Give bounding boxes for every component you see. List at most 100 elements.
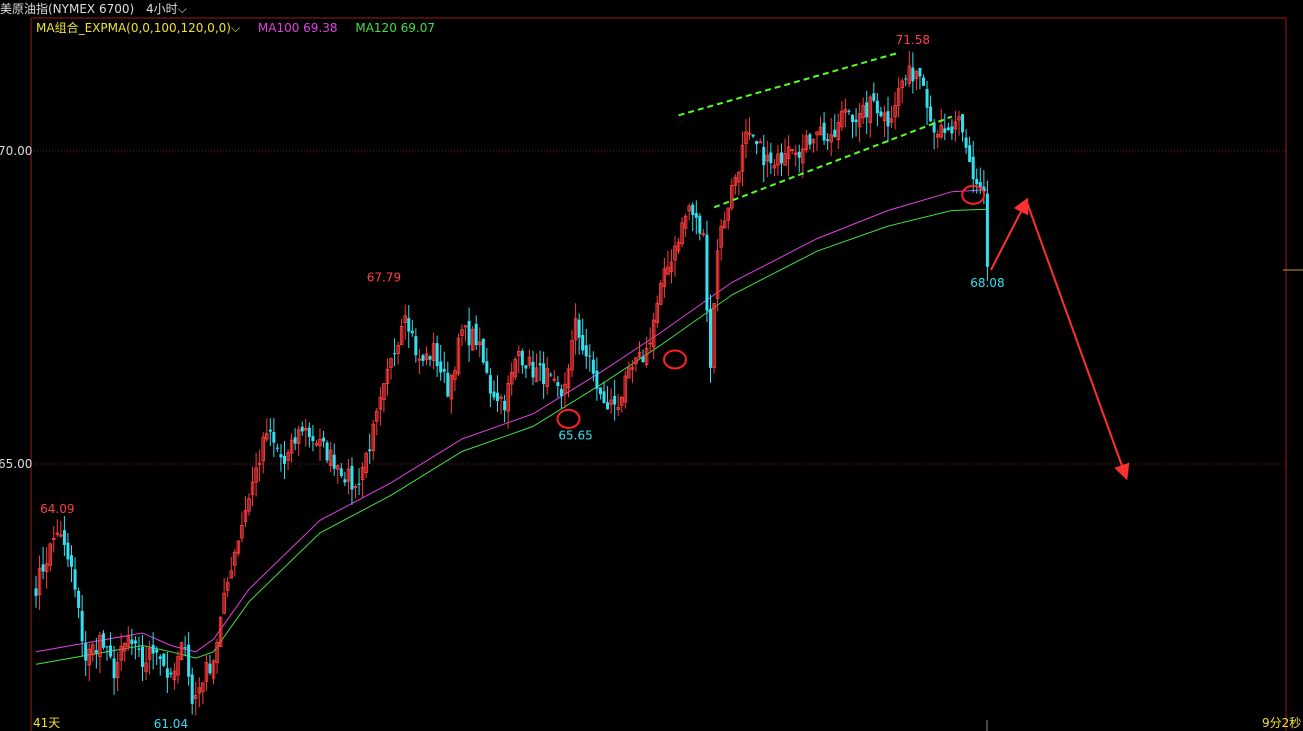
candle-body-down	[751, 134, 755, 137]
candle-body-down	[421, 355, 425, 361]
footer-range-label: 41天	[33, 716, 61, 730]
candle-body-down	[190, 674, 194, 704]
candle-body-down	[268, 429, 272, 432]
candle-body-down	[705, 234, 709, 311]
y-tick-label: 65.00	[0, 457, 32, 471]
candle-body-down	[169, 672, 173, 675]
candle-body-down	[283, 455, 286, 464]
candle-body-down	[311, 436, 315, 442]
candle-body-down	[492, 391, 496, 398]
candle-body-down	[606, 402, 610, 410]
candle-body-down	[946, 127, 950, 131]
candle-body-down	[968, 145, 972, 163]
candle-body-down	[70, 555, 73, 567]
candle-body-down	[875, 100, 879, 114]
price-annotation-high: 71.58	[896, 33, 930, 47]
candle-body-down	[964, 137, 968, 148]
candle-body-down	[272, 432, 276, 443]
candle-body-down	[112, 658, 116, 679]
candle-body-down	[414, 336, 418, 356]
candle-body-down	[929, 106, 933, 122]
candle-body-down	[591, 359, 595, 374]
candle-body-down	[872, 93, 876, 101]
candle-body-down	[755, 141, 759, 145]
candle-body-down	[826, 139, 830, 141]
candle-body-down	[407, 318, 411, 332]
candle-body-down	[531, 361, 535, 378]
candle-body-down	[925, 88, 929, 108]
price-annotation-high: 64.09	[40, 502, 74, 516]
candle-body-down	[975, 178, 979, 185]
price-annotation-last: 68.08	[970, 276, 1004, 290]
candle-body-down	[595, 370, 599, 389]
candle-body-down	[410, 330, 414, 334]
price-chart[interactable]: 64.09 61.04 67.79 65.65 71.58 68.08 65.00 70.0…	[0, 0, 1303, 731]
candle-body-down	[435, 343, 439, 367]
candle-body-down	[151, 644, 155, 654]
candle-body-down	[34, 588, 38, 597]
candle-body-down	[961, 114, 965, 133]
candle-body-down	[442, 368, 446, 372]
candle-body-down	[538, 363, 542, 366]
candle-body-down	[847, 110, 851, 112]
candle-body-down	[549, 374, 553, 376]
candle-body-down	[822, 122, 826, 141]
candle-body-down	[496, 392, 499, 401]
candle-body-down	[322, 437, 326, 442]
price-annotation-high: 67.79	[367, 270, 401, 284]
candle-body-down	[350, 465, 354, 490]
candle-body-down	[41, 564, 45, 572]
candle-body-down	[165, 668, 169, 678]
price-annotation-low: 65.65	[558, 428, 592, 442]
candle-body-down	[641, 356, 645, 363]
candle-body-down	[950, 126, 954, 134]
candle-body-down	[762, 146, 766, 166]
candle-body-down	[698, 215, 702, 234]
candle-body-down	[602, 391, 606, 403]
price-annotation-low: 61.04	[154, 717, 188, 731]
candle-body-down	[985, 193, 989, 267]
candle-body-down	[162, 653, 166, 666]
candle-body-down	[307, 427, 311, 437]
candle-body-down	[428, 356, 432, 360]
candle-body-down	[581, 335, 585, 351]
candle-body-down	[133, 640, 137, 644]
candle-body-down	[66, 542, 70, 560]
candle-body-down	[559, 388, 563, 397]
forecast-arrow-down	[1025, 200, 1130, 481]
candle-body-down	[84, 643, 88, 661]
candle-body-down	[503, 400, 507, 411]
candle-body-down	[343, 479, 347, 483]
candle-body-down	[851, 114, 854, 123]
candle-body-down	[130, 639, 134, 644]
candle-body-down	[368, 449, 372, 452]
candle-body-down	[780, 152, 783, 164]
candle-body-down	[943, 128, 947, 133]
candle-body-down	[691, 204, 695, 216]
candle-body-down	[833, 129, 837, 137]
candle-body-down	[325, 442, 329, 461]
footer-countdown-label: 9分2秒	[1262, 716, 1302, 730]
candle-body-down	[80, 610, 84, 642]
ma120-line	[35, 208, 988, 665]
candle-body-down	[488, 375, 492, 394]
candle-body-down	[279, 454, 283, 458]
candle-body-down	[101, 633, 105, 648]
candle-body-down	[393, 353, 397, 355]
candle-body-down	[474, 323, 478, 346]
candle-body-down	[141, 646, 144, 667]
candle-body-down	[187, 644, 191, 677]
candle-body-down	[911, 67, 915, 82]
candle-body-down	[300, 426, 304, 432]
candle-body-down	[109, 645, 113, 657]
candle-body-down	[971, 156, 975, 180]
moving-average-layer	[35, 189, 988, 665]
candle-body-down	[854, 119, 858, 122]
candle-body-down	[94, 650, 98, 653]
candle-body-down	[584, 345, 588, 357]
candle-body-down	[275, 447, 279, 449]
candle-body-down	[105, 646, 109, 648]
candle-body-down	[542, 363, 546, 385]
candle-body-down	[137, 648, 141, 650]
candle-body-down	[77, 590, 81, 608]
